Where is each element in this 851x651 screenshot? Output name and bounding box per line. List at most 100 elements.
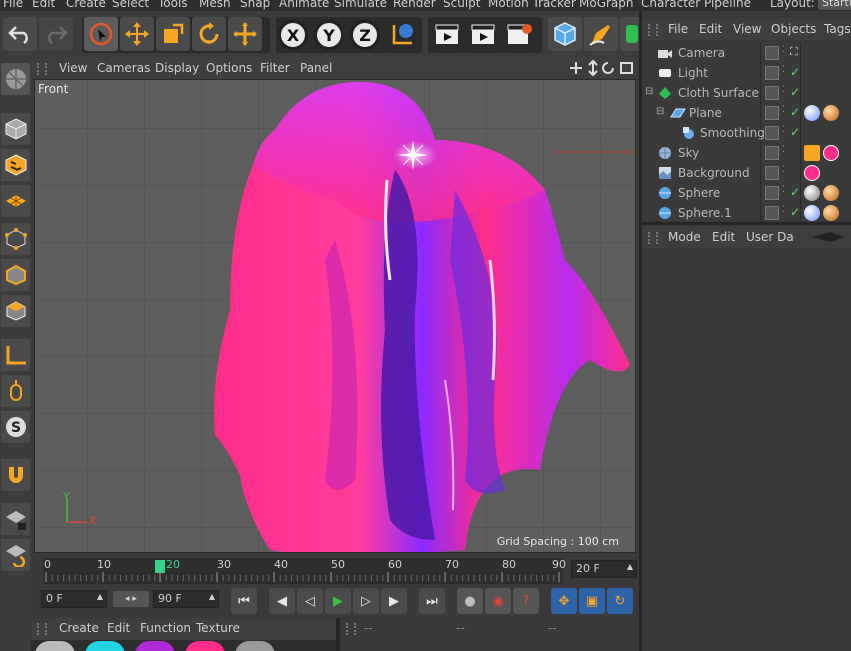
texture-tag-icon[interactable]	[804, 105, 820, 121]
edges-mode-button[interactable]	[1, 259, 30, 291]
enabled-check-icon[interactable]: ✓	[790, 185, 800, 199]
back-arrow-icon[interactable]	[810, 230, 846, 244]
axis-mode-button[interactable]	[1, 339, 30, 371]
attr-menu-user-data[interactable]: User Da	[746, 230, 794, 244]
menu-simulate[interactable]: Simulate	[334, 0, 387, 10]
rotate-tool-button[interactable]	[192, 17, 226, 51]
live-selection-button[interactable]	[84, 17, 118, 51]
redo-button[interactable]	[39, 17, 73, 51]
model-mode-button[interactable]	[1, 113, 30, 145]
material-menu-function[interactable]: Function	[140, 621, 191, 635]
play-button[interactable]: ▶	[325, 588, 351, 614]
prev-frame-button[interactable]: ◁	[297, 588, 323, 614]
texture-mode-button[interactable]	[1, 149, 30, 181]
visibility-dots[interactable]: ⁚	[782, 185, 785, 195]
points-mode-button[interactable]	[1, 223, 30, 255]
viewport-menu-filter[interactable]: Filter	[260, 61, 290, 75]
render-view-button[interactable]	[430, 17, 464, 51]
current-frame-field[interactable]: 20 F ▲	[571, 560, 637, 578]
object-row-cloth-surface[interactable]: ⊟ Cloth Surface ⁚ ✓	[642, 83, 851, 103]
object-row-sphere[interactable]: Sphere ⁚ ✓	[642, 183, 851, 203]
enabled-check-icon[interactable]: ✓	[790, 85, 800, 99]
enabled-check-icon[interactable]: ✓	[790, 65, 800, 79]
om-menu-tags[interactable]: Tags	[824, 22, 851, 36]
min-frame-field[interactable]: 0 F ▲	[41, 590, 107, 608]
attr-menu-mode[interactable]: Mode	[668, 230, 701, 244]
bottom-splitter[interactable]	[336, 618, 340, 651]
viewport-nav-icons[interactable]	[569, 60, 635, 76]
collapse-toggle[interactable]: ⊟	[656, 106, 664, 117]
layer-swatch[interactable]	[765, 66, 779, 80]
visibility-dots[interactable]: ⁚	[782, 165, 785, 175]
key-rotation-button[interactable]: ↻	[607, 588, 633, 614]
viewport-menu-cameras[interactable]: Cameras	[97, 61, 150, 75]
material-swatch[interactable]	[85, 641, 125, 651]
visibility-dots[interactable]: ⁚	[782, 145, 785, 155]
menu-mesh[interactable]: Mesh	[199, 0, 231, 10]
playhead[interactable]	[155, 560, 165, 573]
keyframe-selection-button[interactable]: ?	[513, 588, 539, 614]
menu-character[interactable]: Character	[641, 0, 700, 10]
object-row-camera[interactable]: Camera ⁚ ⛶	[642, 43, 851, 63]
material-swatch[interactable]	[185, 641, 225, 651]
next-frame-button[interactable]: ▷	[353, 588, 379, 614]
x-axis-lock-button[interactable]: X	[278, 20, 308, 50]
material-menu-edit[interactable]: Edit	[107, 621, 130, 635]
make-editable-button[interactable]	[1, 63, 30, 95]
panel-grip[interactable]	[346, 623, 356, 635]
layer-swatch[interactable]	[765, 86, 779, 100]
menu-tools[interactable]: Tools	[158, 0, 188, 10]
max-frame-field[interactable]: 90 F ▲	[153, 590, 219, 608]
om-menu-edit[interactable]: Edit	[699, 22, 722, 36]
viewport-menu-panel[interactable]: Panel	[300, 61, 332, 75]
menu-sculpt[interactable]: Sculpt	[443, 0, 480, 10]
record-active-button[interactable]: ●	[457, 588, 483, 614]
workplane-rotate-button[interactable]	[1, 539, 30, 571]
material-tag-icon[interactable]	[823, 205, 839, 221]
material-swatch[interactable]	[235, 641, 275, 651]
object-row-light[interactable]: Light ⁚ ✓	[642, 63, 851, 83]
visibility-dots[interactable]: ⁚	[782, 125, 785, 135]
enabled-check-icon[interactable]: ✓	[790, 205, 800, 219]
layout-dropdown[interactable]: Startu	[818, 0, 851, 10]
sky-material-tag-icon[interactable]	[823, 145, 839, 161]
viewport-menu-display[interactable]: Display	[155, 61, 199, 75]
menu-animate[interactable]: Animate	[279, 0, 329, 10]
menu-snap[interactable]: Snap	[240, 0, 270, 10]
scale-tool-button[interactable]	[156, 17, 190, 51]
visibility-dots[interactable]: ⁚	[782, 205, 785, 215]
collapse-toggle[interactable]: ⊟	[645, 86, 653, 97]
prev-key-button[interactable]: ◀	[269, 588, 295, 614]
menu-create[interactable]: Create	[66, 0, 106, 10]
object-row-smoothing[interactable]: Smoothing ⁚ ✓	[642, 123, 851, 143]
layer-swatch[interactable]	[765, 166, 779, 180]
render-to-picture-viewer-button[interactable]	[466, 17, 500, 51]
snapping-button[interactable]: S	[1, 411, 30, 443]
render-settings-button[interactable]	[502, 17, 536, 51]
material-swatch[interactable]	[135, 641, 175, 651]
layer-swatch[interactable]	[765, 46, 779, 60]
key-scale-button[interactable]: ▣	[579, 588, 605, 614]
compositing-tag-icon[interactable]	[804, 145, 820, 161]
range-slider[interactable]: ◂ ▸	[113, 591, 149, 607]
viewport-menu-options[interactable]: Options	[206, 61, 252, 75]
menu-mograph[interactable]: MoGraph	[579, 0, 634, 10]
move-tool-button[interactable]	[120, 17, 154, 51]
panel-grip[interactable]	[37, 623, 47, 635]
viewport-front[interactable]: Y X Front Grid Spacing : 100 cm	[34, 79, 636, 553]
attr-menu-edit[interactable]: Edit	[712, 230, 735, 244]
collider-tag-icon[interactable]	[804, 205, 820, 221]
recent-tool-button[interactable]	[228, 17, 262, 51]
menu-pipeline[interactable]: Pipeline	[704, 0, 751, 10]
enabled-cross-icon[interactable]: ⛶	[790, 45, 798, 59]
coordinate-system-button[interactable]	[386, 17, 420, 51]
timeline-ruler[interactable]: 0 10 30 40 50 60 70 80 90 20 20 F ▲	[31, 556, 639, 586]
om-menu-view[interactable]: View	[733, 22, 761, 36]
panel-grip[interactable]	[648, 24, 658, 36]
horizontal-splitter[interactable]	[642, 222, 851, 225]
visibility-dots[interactable]: ⁚	[782, 65, 785, 75]
panel-grip[interactable]	[648, 232, 658, 244]
visibility-dots[interactable]: ⁚	[782, 105, 785, 115]
viewport-menu-view[interactable]: View	[59, 61, 87, 75]
undo-button[interactable]	[3, 17, 37, 51]
